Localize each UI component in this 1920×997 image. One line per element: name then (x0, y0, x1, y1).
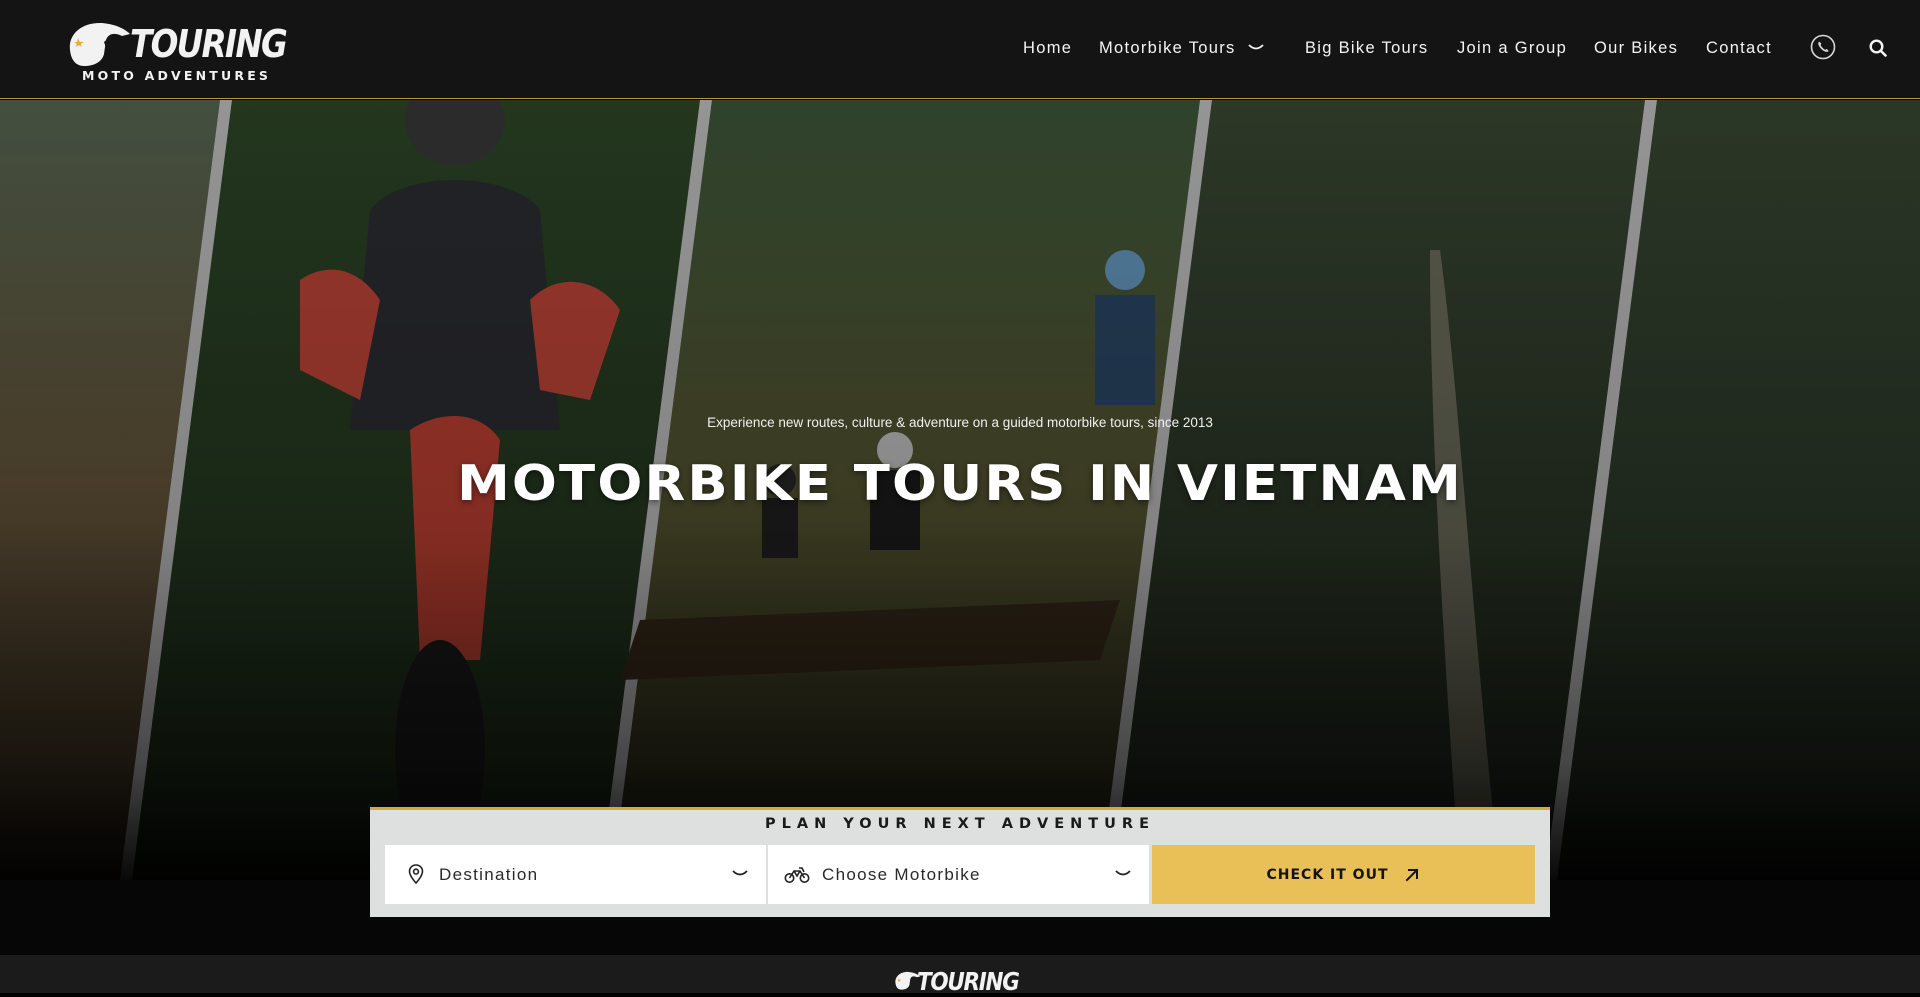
plan-adventure-panel: PLAN YOUR NEXT ADVENTURE Destination Cho… (370, 807, 1550, 917)
check-it-out-label: CHECK IT OUT (1266, 866, 1389, 883)
hero-title: MOTORBIKE TOURS IN VIETNAM (457, 455, 1463, 512)
chevron-down-icon (1115, 870, 1131, 876)
arrow-up-right-icon (1405, 868, 1418, 881)
search-icon[interactable] (1869, 39, 1887, 57)
motorbike-label: Choose Motorbike (822, 865, 981, 884)
hero-subtitle: Experience new routes, culture & adventu… (707, 415, 1213, 430)
motorbike-select[interactable]: Choose Motorbike (768, 845, 1149, 904)
hero-banner: Experience new routes, culture & adventu… (0, 100, 1920, 880)
nav-motorbike-tours[interactable]: Motorbike Tours (1099, 39, 1264, 58)
phone-icon[interactable] (1810, 34, 1836, 60)
nav-home[interactable]: Home (1023, 39, 1072, 58)
check-it-out-button[interactable]: CHECK IT OUT (1152, 845, 1535, 904)
footer-wordmark: TOURING (917, 967, 1020, 996)
nav-contact[interactable]: Contact (1706, 39, 1772, 58)
destination-label: Destination (439, 865, 539, 884)
location-pin-icon (408, 864, 424, 885)
nav-motorbike-tours-label: Motorbike Tours (1099, 38, 1236, 57)
brand-wordmark: TOURING (130, 22, 288, 66)
nav-big-bike-tours[interactable]: Big Bike Tours (1305, 39, 1428, 58)
brand-logo[interactable]: TOURING MOTO ADVENTURES (64, 18, 288, 84)
nav-join-a-group[interactable]: Join a Group (1457, 39, 1567, 58)
chevron-down-icon (1247, 44, 1264, 50)
destination-select[interactable]: Destination (385, 845, 766, 904)
site-header: TOURING MOTO ADVENTURES Home Motorbike T… (0, 0, 1920, 99)
nav-our-bikes[interactable]: Our Bikes (1594, 39, 1678, 58)
helmet-logo-icon (69, 22, 130, 66)
chevron-down-icon (732, 870, 748, 876)
brand-tagline: MOTO ADVENTURES (82, 68, 272, 83)
plan-title: PLAN YOUR NEXT ADVENTURE (765, 816, 1155, 832)
motorbike-icon (784, 867, 810, 883)
